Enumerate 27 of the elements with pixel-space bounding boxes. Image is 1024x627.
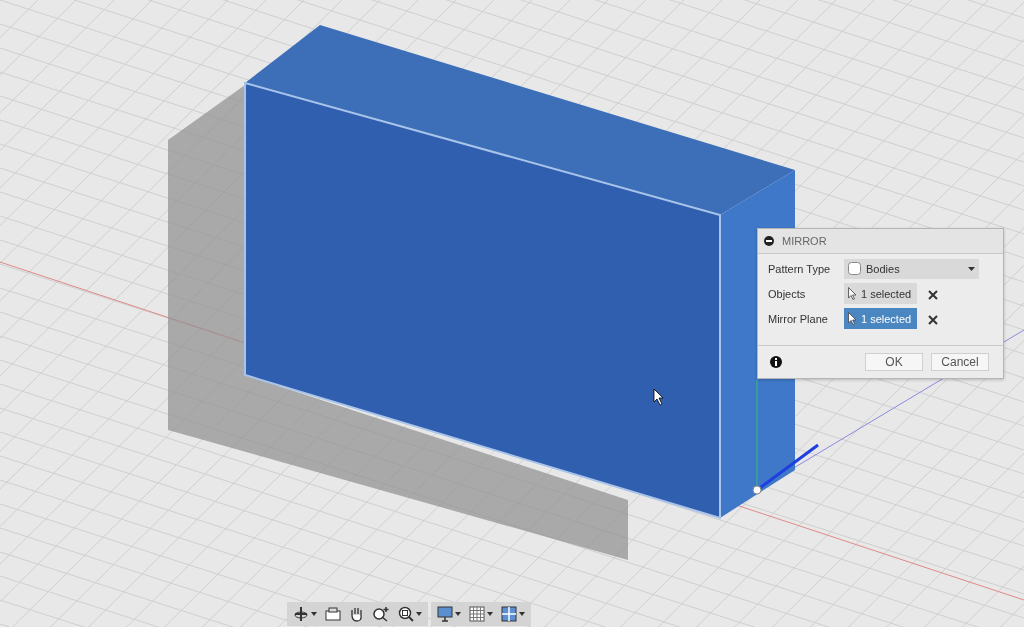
display-monitor-icon[interactable]	[437, 606, 461, 622]
selection-button[interactable]: 1 selected	[844, 308, 918, 329]
field-label: Pattern Type	[768, 262, 832, 275]
selection-button[interactable]: 1 selected	[844, 283, 918, 304]
cursor-icon	[653, 388, 664, 406]
cancel-button[interactable]: Cancel	[931, 353, 989, 371]
clear-icon[interactable]	[927, 312, 940, 325]
pan-hand-icon[interactable]	[349, 606, 364, 622]
ok-button[interactable]: OK	[865, 353, 923, 371]
info-icon[interactable]	[770, 356, 782, 368]
orbit-icon[interactable]	[293, 606, 317, 622]
look-at-icon[interactable]	[325, 607, 341, 621]
pointer-icon	[848, 312, 857, 325]
collapse-icon[interactable]	[764, 236, 774, 246]
pattern-type-dropdown[interactable]: Bodies	[844, 258, 979, 279]
origin-point	[752, 485, 762, 495]
field-label: Objects	[768, 287, 807, 300]
caret-icon	[968, 266, 975, 271]
zoom-icon[interactable]	[372, 606, 390, 622]
fit-icon[interactable]	[398, 606, 422, 622]
body-icon	[848, 262, 861, 275]
grid-icon[interactable]	[469, 606, 493, 622]
field-label: Mirror Plane	[768, 312, 829, 325]
viewports-icon[interactable]	[501, 606, 525, 622]
clear-icon[interactable]	[927, 287, 940, 300]
dialog-title: MIRROR	[782, 235, 827, 247]
pointer-icon	[848, 287, 857, 300]
